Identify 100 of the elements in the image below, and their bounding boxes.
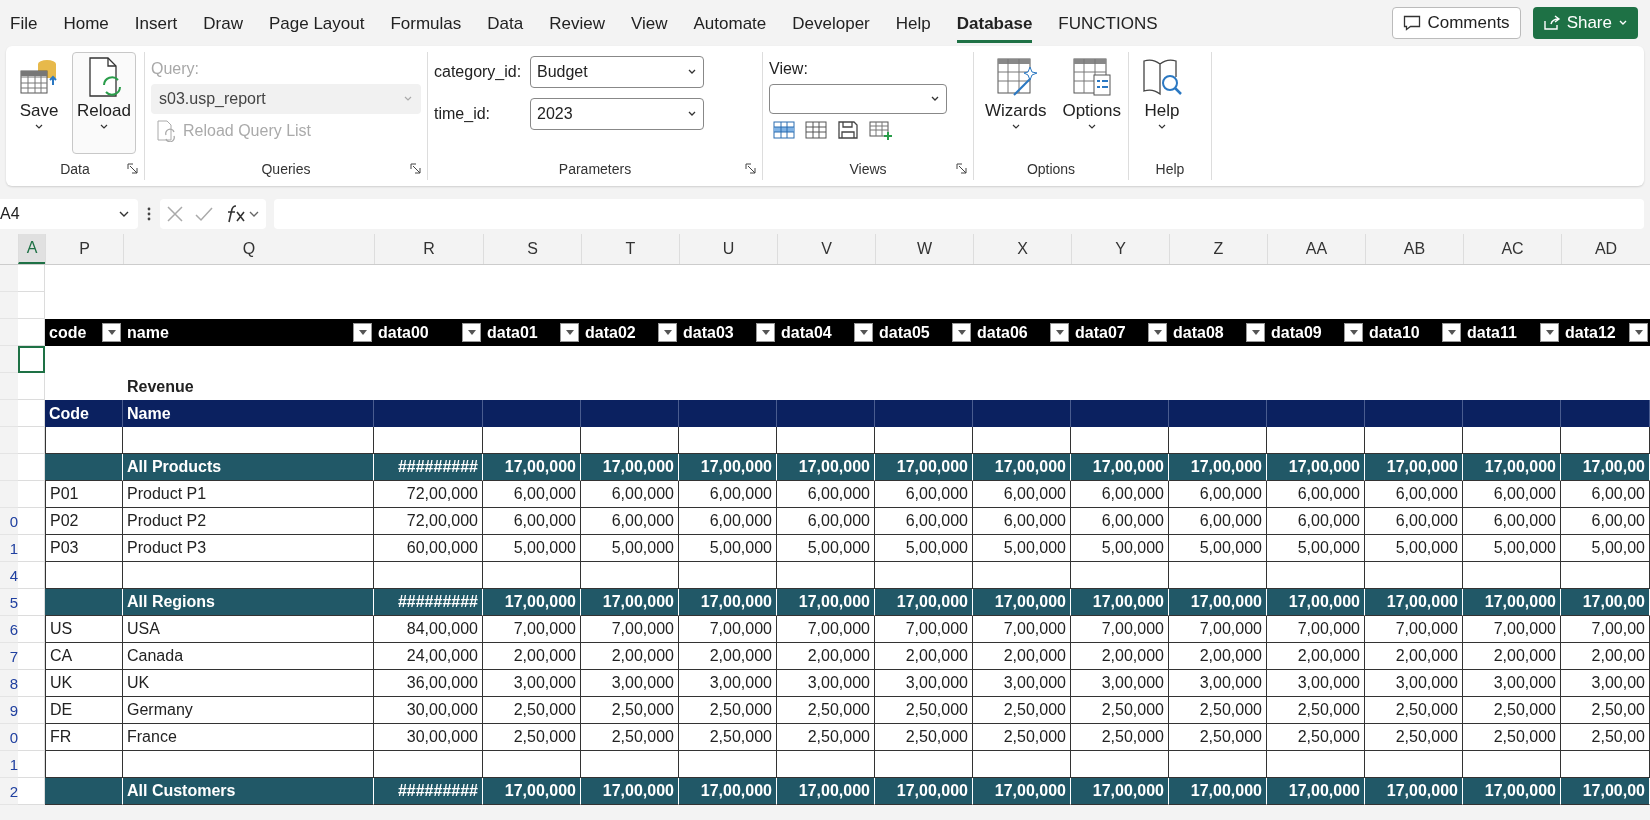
save-button[interactable]: Save (12, 52, 66, 154)
table-cell[interactable] (18, 265, 45, 292)
table-cell[interactable] (18, 751, 45, 778)
dialog-launcher-icon[interactable] (410, 163, 421, 174)
row-header[interactable]: 5 (0, 589, 18, 616)
ribbon-tab[interactable]: FUNCTIONS (1058, 3, 1158, 43)
ribbon-tab[interactable]: Help (895, 3, 931, 43)
table-icon[interactable] (805, 120, 827, 140)
filter-button[interactable] (1246, 323, 1265, 342)
filter-button[interactable] (1540, 323, 1559, 342)
column-header[interactable]: S (483, 234, 581, 264)
ribbon-tab[interactable]: Developer (792, 3, 870, 43)
ribbon-tab[interactable]: Page Layout (268, 3, 365, 43)
filter-button[interactable] (756, 323, 775, 342)
wizards-button[interactable]: Wizards (980, 52, 1052, 154)
row-header[interactable]: 7 (0, 643, 18, 670)
column-header[interactable]: Y (1071, 234, 1169, 264)
column-header[interactable]: Z (1169, 234, 1267, 264)
table-cell: 3,00,000 (875, 670, 973, 697)
filter-button[interactable] (1050, 323, 1069, 342)
row-header[interactable]: 8 (0, 670, 18, 697)
table-icon[interactable] (773, 120, 795, 140)
column-header[interactable]: AB (1365, 234, 1463, 264)
column-header[interactable]: AD (1561, 234, 1650, 264)
table-cell: 2,00,000 (483, 643, 581, 670)
table-cell[interactable] (18, 373, 45, 400)
column-header[interactable]: V (777, 234, 875, 264)
comments-button[interactable]: Comments (1392, 7, 1521, 39)
filter-button[interactable] (102, 323, 121, 342)
row-header[interactable]: 4 (0, 562, 18, 589)
row-header[interactable]: 9 (0, 697, 18, 724)
ribbon-tab[interactable]: Data (487, 3, 524, 43)
dialog-launcher-icon[interactable] (956, 163, 967, 174)
table-add-icon[interactable] (869, 120, 893, 140)
filter-button[interactable] (1344, 323, 1363, 342)
table-cell[interactable] (18, 508, 45, 535)
parameter-dropdown[interactable]: 2023 (530, 98, 704, 130)
help-button[interactable]: Help (1135, 52, 1189, 154)
table-cell[interactable] (18, 724, 45, 751)
view-dropdown[interactable] (769, 84, 947, 114)
filter-button[interactable] (462, 323, 481, 342)
more-options-icon[interactable] (146, 206, 152, 222)
table-cell[interactable] (18, 562, 45, 589)
table-cell[interactable] (18, 697, 45, 724)
table-cell: 7,00,00 (1561, 616, 1650, 643)
dialog-launcher-icon[interactable] (127, 163, 138, 174)
column-header[interactable]: W (875, 234, 973, 264)
filter-button[interactable] (952, 323, 971, 342)
share-button[interactable]: Share (1532, 7, 1638, 39)
row-header[interactable]: 0 (0, 724, 18, 751)
column-header[interactable]: R (374, 234, 483, 264)
ribbon-tab[interactable]: Database (956, 3, 1033, 43)
save-icon[interactable] (837, 120, 859, 140)
document-refresh-icon (155, 120, 177, 142)
reload-button[interactable]: Reload (72, 52, 136, 154)
column-header[interactable]: Q (123, 234, 374, 264)
table-cell[interactable] (18, 670, 45, 697)
ribbon-tab[interactable]: Insert (134, 3, 178, 43)
table-cell[interactable] (18, 616, 45, 643)
ribbon-tab[interactable]: File (10, 3, 38, 43)
column-header[interactable]: AA (1267, 234, 1365, 264)
table-cell[interactable] (18, 643, 45, 670)
column-header[interactable]: AC (1463, 234, 1561, 264)
filter-button[interactable] (658, 323, 677, 342)
parameter-dropdown[interactable]: Budget (530, 56, 704, 88)
options-button[interactable]: Options (1057, 52, 1126, 154)
row-header[interactable]: 2 (0, 778, 18, 805)
row-header[interactable]: 1 (0, 751, 18, 778)
row-header[interactable]: 0 (0, 508, 18, 535)
checkmark-icon[interactable] (194, 205, 214, 223)
filter-button[interactable] (1629, 323, 1648, 342)
table-cell: 2,00,000 (777, 643, 875, 670)
ribbon-tab[interactable]: Formulas (390, 3, 462, 43)
row-header[interactable]: 6 (0, 616, 18, 643)
row-header[interactable]: 1 (0, 535, 18, 562)
filter-button[interactable] (854, 323, 873, 342)
ribbon-tab[interactable]: Draw (203, 3, 243, 43)
ribbon-tab[interactable]: Home (63, 3, 109, 43)
ribbon-tab[interactable]: Automate (693, 3, 767, 43)
column-header[interactable]: P (45, 234, 123, 264)
table-cell: 17,00,00 (1561, 589, 1650, 616)
table-cell[interactable] (18, 292, 45, 319)
column-header[interactable]: X (973, 234, 1071, 264)
table-cell[interactable] (18, 535, 45, 562)
filter-button[interactable] (1442, 323, 1461, 342)
ribbon-tab[interactable]: Review (549, 3, 605, 43)
name-box[interactable]: A4 (0, 199, 138, 229)
table-cell: 5,00,000 (1365, 535, 1463, 562)
selected-cell[interactable] (18, 346, 45, 373)
filter-button[interactable] (1148, 323, 1167, 342)
table-cell[interactable] (18, 481, 45, 508)
filter-button[interactable] (560, 323, 579, 342)
table-cell[interactable] (18, 427, 45, 454)
dialog-launcher-icon[interactable] (745, 163, 756, 174)
filter-button[interactable] (353, 323, 372, 342)
ribbon-tab[interactable]: View (630, 3, 668, 43)
cancel-icon[interactable] (166, 205, 184, 223)
column-header[interactable]: U (679, 234, 777, 264)
column-header[interactable]: A (18, 234, 45, 264)
column-header[interactable]: T (581, 234, 679, 264)
